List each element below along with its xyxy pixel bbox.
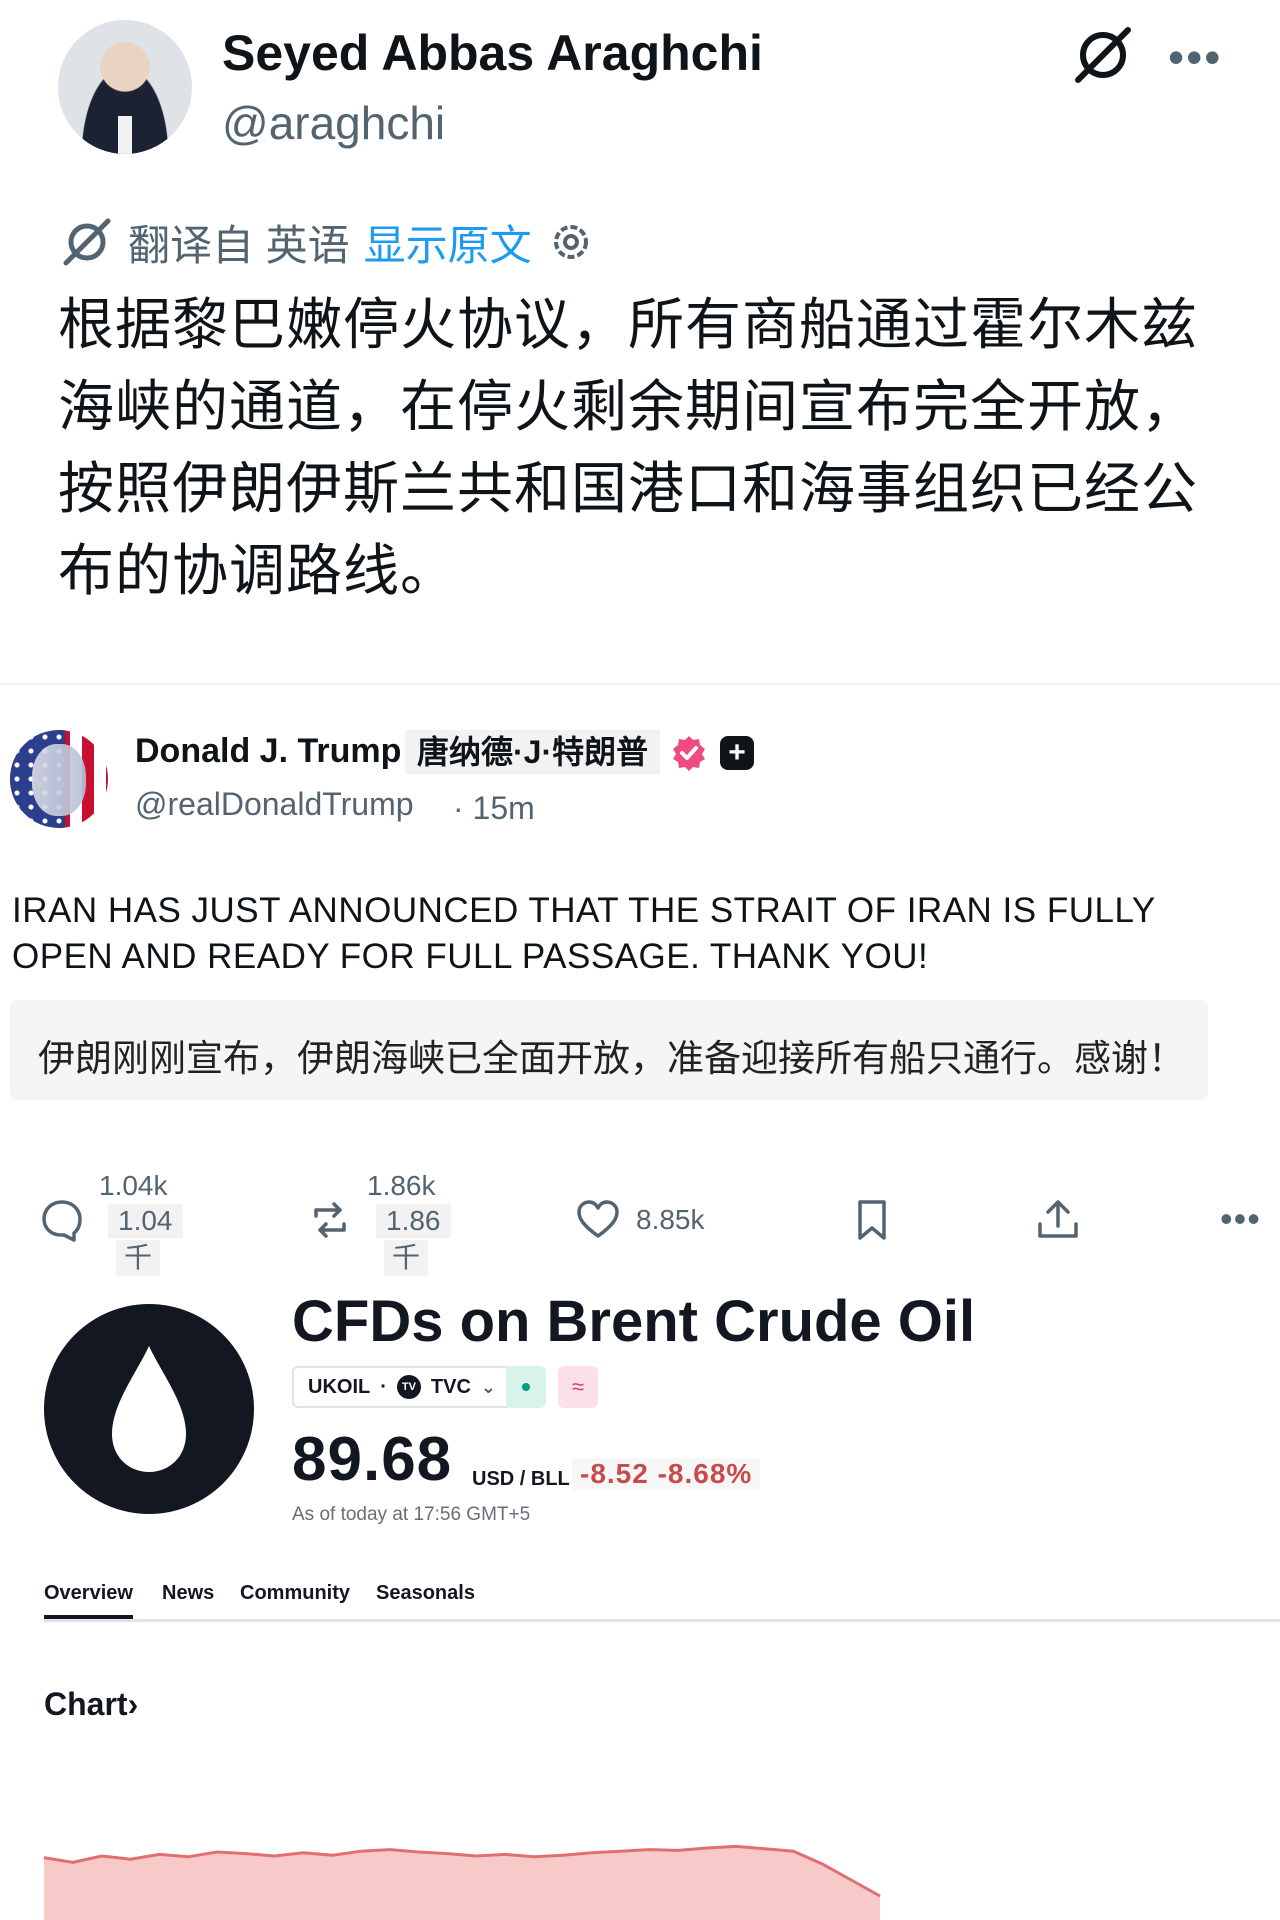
- reply-icon[interactable]: [38, 1196, 86, 1244]
- show-original-link[interactable]: 显示原文: [364, 212, 532, 273]
- chart-area: [44, 1846, 880, 1920]
- reply-count-chip: 1.04: [108, 1204, 183, 1238]
- translated-from-label: 翻译自 英语: [128, 221, 350, 269]
- price-change: -8.52 -8.68%: [572, 1458, 761, 1490]
- tab-overview[interactable]: Overview: [44, 1582, 133, 1619]
- reply-count: 1.04k: [99, 1170, 168, 1201]
- brent-logo: [44, 1304, 254, 1514]
- divider: [0, 683, 1280, 685]
- tv-logo-icon: TV: [396, 1375, 421, 1399]
- heart-icon: [577, 1200, 619, 1238]
- like-button[interactable]: 8.85k: [574, 1196, 705, 1244]
- oil-drop-icon: [112, 1346, 186, 1472]
- post-text: 根据黎巴嫩停火协议，所有商船通过霍尔木兹海峡的通道，在停火剩余期间宣布完全开放，…: [58, 293, 1198, 602]
- post-time[interactable]: · 15m: [453, 790, 535, 827]
- tab-community[interactable]: Community: [240, 1582, 350, 1605]
- as-of-timestamp: As of today at 17:56 GMT+5: [292, 1504, 531, 1525]
- more-icon[interactable]: •••: [1168, 30, 1222, 84]
- symbol-label: UKOIL: [308, 1375, 371, 1398]
- author-handle[interactable]: @realDonaldTrump: [135, 786, 414, 823]
- author-name[interactable]: Seyed Abbas Araghchi: [222, 24, 763, 82]
- exchange-label: TVC: [430, 1375, 471, 1398]
- translation-box: 伊朗刚刚宣布，伊朗海峡已全面开放，准备迎接所有船只通行。感谢！: [10, 1000, 1208, 1100]
- repost-count: 1.86k: [367, 1170, 436, 1201]
- translation-text: 伊朗刚刚宣布，伊朗海峡已全面开放，准备迎接所有船只通行。感谢！: [38, 1038, 1185, 1079]
- chevron-down-icon: ⌄: [480, 1376, 496, 1397]
- price-mini-chart: [43, 1844, 881, 1920]
- post-text: IRAN HAS JUST ANNOUNCED THAT THE STRAIT …: [12, 891, 1156, 976]
- author-handle[interactable]: @araghchi: [222, 96, 445, 150]
- approx-button[interactable]: ≈: [558, 1366, 598, 1408]
- author-name-translation: 唐纳德·J·特朗普: [405, 730, 661, 774]
- repost-count-chip: 1.86: [376, 1204, 451, 1238]
- tab-news[interactable]: News: [162, 1582, 214, 1605]
- price-value: 89.68: [292, 1425, 453, 1494]
- separator-dot: ·: [380, 1375, 387, 1398]
- symbol-selector[interactable]: UKOIL · TV TVC ⌄: [292, 1366, 512, 1408]
- share-icon[interactable]: [1034, 1196, 1082, 1244]
- author-name[interactable]: Donald J. Trump: [135, 732, 401, 771]
- bookmark-icon[interactable]: [848, 1196, 896, 1244]
- translation-bar: 翻译自 英语 显示原文: [60, 214, 596, 270]
- gear-icon[interactable]: [546, 217, 596, 267]
- repost-icon[interactable]: [306, 1196, 354, 1244]
- market-status-button[interactable]: [506, 1366, 546, 1408]
- instrument-title: CFDs on Brent Crude Oil: [292, 1289, 976, 1354]
- reply-count-unit: 千: [116, 1240, 160, 1276]
- tab-seasonals[interactable]: Seasonals: [376, 1582, 475, 1605]
- like-count: 8.85k: [636, 1204, 705, 1235]
- grok-icon: [63, 218, 111, 266]
- avatar[interactable]: [58, 20, 192, 154]
- araghchi-post: Seyed Abbas Araghchi @araghchi ••• 翻译自 英…: [0, 0, 1280, 685]
- verified-badge-icon: [673, 736, 705, 771]
- chart-link[interactable]: Chart›: [44, 1686, 138, 1723]
- more-icon[interactable]: •••: [1220, 1198, 1261, 1240]
- avatar[interactable]: [10, 730, 108, 828]
- repost-count-unit: 千: [384, 1240, 428, 1276]
- status-dot-icon: [522, 1383, 530, 1391]
- quote-tabs: Overview News Community Seasonals: [44, 1582, 1280, 1622]
- price-unit: USD / BLL: [472, 1468, 570, 1490]
- grok-icon[interactable]: [1070, 22, 1136, 88]
- plus-badge-icon: +: [720, 736, 754, 770]
